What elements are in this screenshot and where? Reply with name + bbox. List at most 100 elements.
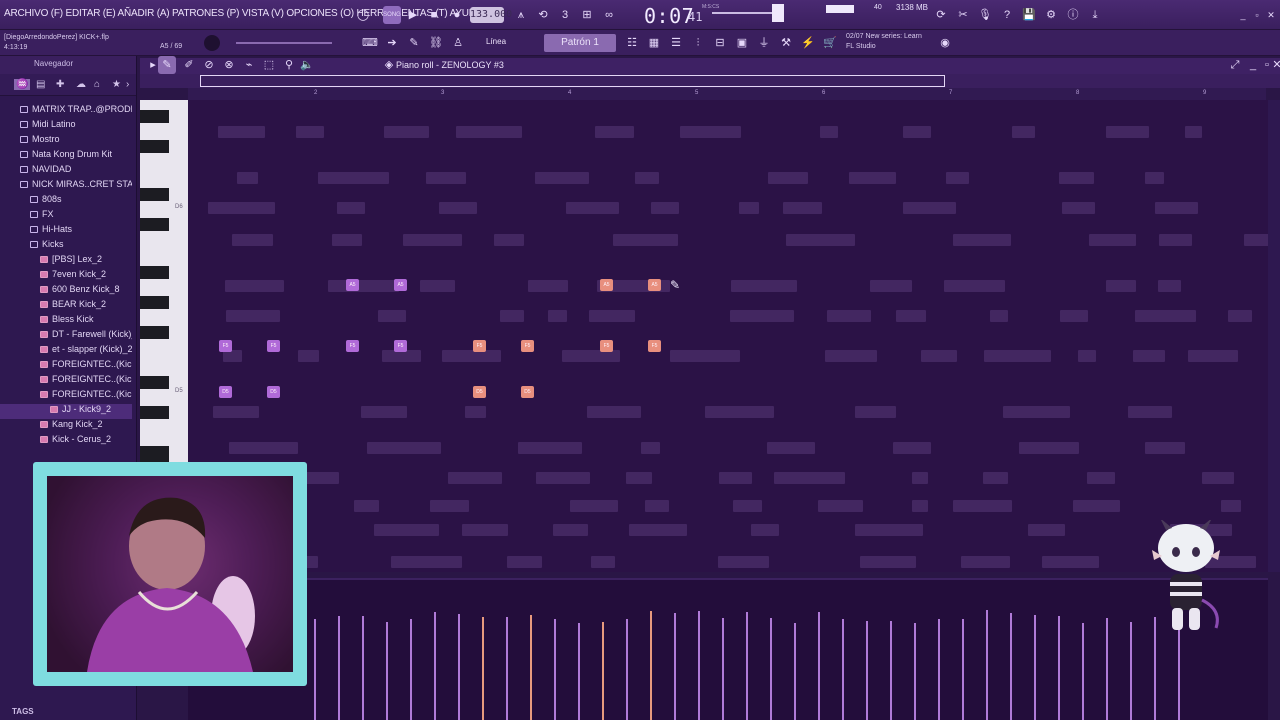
midi-note[interactable]: D5	[521, 386, 534, 398]
refresh-icon[interactable]: ⟳	[932, 6, 950, 24]
note-grid[interactable]: A5 A5 A5 A5 F5 F5 F5 F5 F5 F5 F5 F5 D5 D5 D5 D5 ✎	[188, 100, 1268, 572]
mute-tool-icon[interactable]: ⊗	[220, 56, 238, 74]
cut-icon[interactable]: ✂	[954, 6, 972, 24]
pattern-overview[interactable]	[140, 74, 1280, 88]
timeline-ruler[interactable]: 2 3 4 5 6 7 8 9	[188, 88, 1266, 100]
time-display[interactable]: 0:07	[644, 4, 694, 28]
velocity-bar[interactable]	[386, 622, 388, 720]
velocity-lane[interactable]	[188, 578, 1268, 720]
black-key[interactable]	[140, 218, 169, 231]
main-knob[interactable]	[204, 35, 220, 51]
velocity-bar[interactable]	[842, 619, 844, 720]
midi-note[interactable]: F5	[394, 340, 407, 352]
piano-keyboard[interactable]: D6 D5	[140, 100, 188, 464]
browser-folder[interactable]: MATRIX TRAP..@PRODBYLIS	[0, 104, 132, 119]
piano-roll-icon[interactable]: ⌨	[361, 34, 379, 52]
plugin-picker-icon[interactable]: ⫶	[689, 34, 707, 52]
countdown-icon[interactable]: 3	[556, 6, 574, 24]
midi-note[interactable]: F5	[473, 340, 486, 352]
save-icon[interactable]: 💾	[1020, 6, 1038, 24]
velocity-bar[interactable]	[722, 617, 724, 720]
velocity-bar[interactable]	[506, 616, 508, 720]
midi-note[interactable]: D5	[219, 386, 232, 398]
midi-note[interactable]: A5	[394, 279, 407, 291]
velocity-bar[interactable]	[554, 618, 556, 720]
velocity-bar[interactable]	[674, 613, 676, 720]
help-icon[interactable]: ?	[998, 6, 1016, 24]
playlist-icon[interactable]: ☷	[623, 34, 641, 52]
velocity-bar[interactable]	[530, 615, 532, 720]
microphone-icon[interactable]: 🎙	[976, 6, 994, 24]
mixer-window-icon[interactable]: ☰	[667, 34, 685, 52]
step-edit-icon[interactable]: ⊞	[578, 6, 596, 24]
draw-tool-icon[interactable]: ✎	[158, 56, 176, 74]
loop-record-icon[interactable]: ∞	[600, 6, 618, 24]
midi-note[interactable]: F5	[521, 340, 534, 352]
velocity-bar[interactable]	[770, 617, 772, 720]
browser-file[interactable]: [PBS] Lex_2	[0, 254, 132, 269]
black-key[interactable]	[140, 110, 169, 123]
browser-file[interactable]: 7even Kick_2	[0, 269, 132, 284]
song-mode-button[interactable]: SONG	[383, 6, 401, 24]
pattern-selector[interactable]: Patrón 1	[544, 34, 616, 52]
browser-folder[interactable]: 808s	[0, 194, 132, 209]
plugins-icon[interactable]: ✚	[56, 79, 64, 90]
black-key[interactable]	[140, 326, 169, 339]
black-key[interactable]	[140, 406, 169, 419]
info-icon[interactable]: ⓘ	[1064, 6, 1082, 24]
velocity-bar[interactable]	[1130, 621, 1132, 720]
browser-folder[interactable]: Kicks	[0, 239, 132, 254]
chevron-right-icon[interactable]: ›	[126, 79, 129, 90]
stamp-icon[interactable]: ♙	[449, 34, 467, 52]
midi-note[interactable]: A5	[346, 279, 359, 291]
velocity-bar[interactable]	[626, 618, 628, 720]
plug-icon[interactable]: ⏚	[755, 34, 773, 52]
pitch-slider[interactable]	[236, 42, 332, 44]
snap-mode-label[interactable]: Línea	[486, 37, 506, 46]
brush-tool-icon[interactable]: ✐	[180, 56, 198, 74]
tools-icon[interactable]: ⚒	[777, 34, 795, 52]
midi-note[interactable]: D5	[267, 386, 280, 398]
close-icon[interactable]: ✕	[1262, 6, 1280, 24]
velocity-bar[interactable]	[914, 623, 916, 720]
velocity-bar[interactable]	[794, 622, 796, 720]
pr-close-icon[interactable]: ✕	[1268, 56, 1280, 74]
browser-file[interactable]: et - slapper (Kick)_2	[0, 344, 132, 359]
tempo-display[interactable]: 133.000	[470, 7, 512, 23]
velocity-bar[interactable]	[1082, 623, 1084, 720]
browser-toggle-icon[interactable]: ⊟	[711, 34, 729, 52]
pat-song-toggle-icon[interactable]: ◯	[354, 6, 372, 24]
mixer-icon[interactable]: ⚙	[1042, 6, 1060, 24]
master-volume-slider[interactable]	[712, 12, 772, 14]
browser-file[interactable]: DT - Farewell (Kick)_2	[0, 329, 132, 344]
all-items-icon[interactable]: ♒	[14, 79, 31, 90]
velocity-bar[interactable]	[866, 620, 868, 720]
black-key[interactable]	[140, 140, 169, 153]
velocity-bar[interactable]	[482, 616, 484, 720]
browser-folder[interactable]: FX	[0, 209, 132, 224]
velocity-bar[interactable]	[818, 611, 820, 720]
midi-note[interactable]: A5	[600, 279, 613, 291]
velocity-bar[interactable]	[1106, 617, 1108, 720]
black-key[interactable]	[140, 266, 169, 279]
velocity-bar[interactable]	[410, 618, 412, 720]
speaker-icon[interactable]: 🔈	[298, 56, 316, 74]
velocity-bar[interactable]	[338, 616, 340, 720]
velocity-bar[interactable]	[746, 611, 748, 720]
black-key[interactable]	[140, 188, 169, 201]
cloud-icon[interactable]: ☁	[76, 79, 86, 90]
zoom-tool-icon[interactable]: ⚲	[280, 56, 298, 74]
wait-input-icon[interactable]: ⟲	[534, 6, 552, 24]
news-panel[interactable]: 02/07 New series: Learn FL Studio	[846, 32, 922, 52]
download-icon[interactable]: ⤓	[1086, 6, 1104, 24]
midi-note[interactable]: F5	[648, 340, 661, 352]
arrow-right-icon[interactable]: ➔	[383, 34, 401, 52]
browser-file[interactable]: FOREIGNTEC..(Kick)_2	[0, 359, 132, 374]
velocity-bar[interactable]	[314, 619, 316, 720]
pencil-icon[interactable]: ✎	[405, 34, 423, 52]
wand-icon[interactable]: ⚡	[799, 34, 817, 52]
browser-folder[interactable]: Mostro	[0, 134, 132, 149]
project-info-icon[interactable]: ▣	[733, 34, 751, 52]
browser-file[interactable]: 600 Benz Kick_8	[0, 284, 132, 299]
master-pitch-knob[interactable]	[772, 4, 784, 22]
